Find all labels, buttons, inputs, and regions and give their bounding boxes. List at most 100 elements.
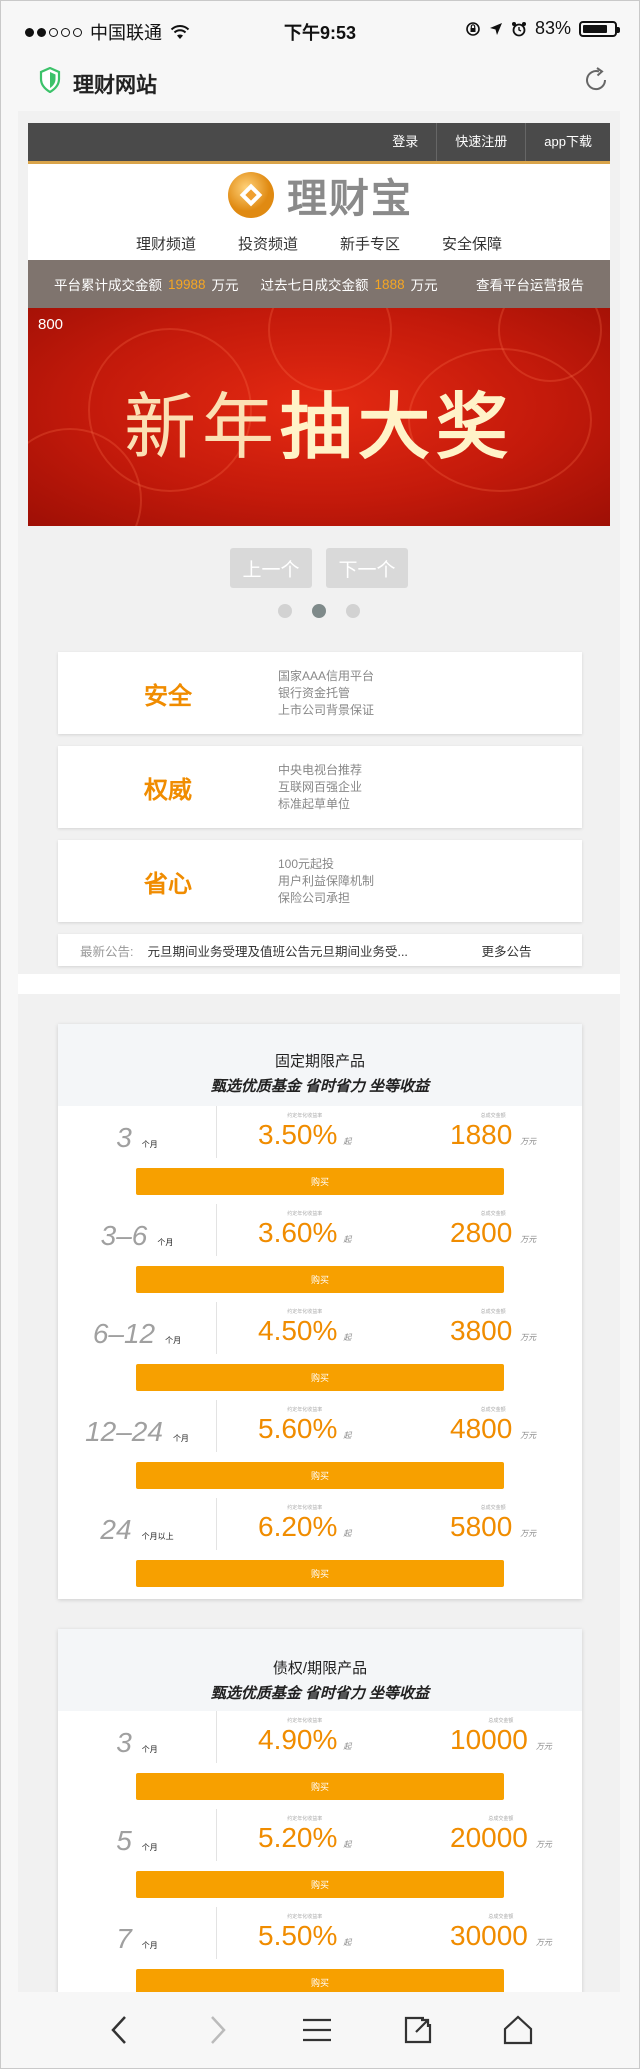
rate-caption: 约定年化收益率 — [287, 1505, 323, 1511]
product-term: 7 个月 — [58, 1923, 216, 1955]
prev-button[interactable]: 上一个 — [230, 548, 312, 588]
feature-card-safe: 安全 国家AAA信用平台 银行资金托管 上市公司背景保证 — [58, 652, 582, 734]
rate-caption: 约定年化收益率 — [287, 1718, 323, 1724]
week-volume-label: 过去七日成交金额 — [260, 278, 369, 293]
next-button[interactable]: 下一个 — [326, 548, 408, 588]
buy-button[interactable]: 购买 — [136, 1773, 504, 1800]
product-amount: 总成交金额 3800 万元 — [450, 1308, 536, 1347]
notice-text[interactable]: 元旦期间业务受理及值班公告元旦期间业务受... — [147, 941, 447, 960]
amount-unit: 万元 — [535, 1840, 552, 1849]
rate-value: 6.20% — [258, 1511, 338, 1542]
app-download-link[interactable]: app下载 — [525, 123, 610, 161]
product-amount: 总成交金额 5800 万元 — [450, 1504, 536, 1543]
amount-unit: 万元 — [520, 1137, 537, 1146]
term-value: 3 — [116, 1727, 132, 1758]
rate-unit: 起 — [343, 1742, 352, 1751]
product-rate: 约定年化收益率 6.20% 起 — [258, 1504, 351, 1543]
feature-line: 保险公司承担 — [278, 890, 351, 905]
term-unit: 个月 — [172, 1434, 189, 1443]
nav-item-newbie[interactable]: 新手专区 — [340, 233, 400, 254]
week-volume-unit: 万元 — [410, 278, 438, 293]
carousel-dot[interactable] — [278, 604, 292, 618]
location-icon — [489, 22, 502, 35]
product-term: 12–24 个月 — [58, 1416, 216, 1448]
buy-button[interactable]: 购买 — [136, 1871, 504, 1898]
section-header: 债权/期限产品 甄选优质基金 省时省力 坐等收益 — [58, 1629, 582, 1711]
rate-value: 4.90% — [258, 1724, 338, 1755]
login-link[interactable]: 登录 — [374, 123, 436, 161]
nav-item-invest[interactable]: 投资频道 — [238, 233, 298, 254]
amount-caption: 总成交金额 — [488, 1816, 514, 1822]
promo-banner[interactable]: 800 新年抽大奖 — [28, 308, 610, 526]
amount-caption: 总成交金额 — [480, 1211, 506, 1217]
term-value: 5 — [116, 1825, 132, 1856]
register-link[interactable]: 快速注册 — [436, 123, 525, 161]
nav-item-finance[interactable]: 理财频道 — [136, 233, 196, 254]
notice-bar: 最新公告: 元旦期间业务受理及值班公告元旦期间业务受... 更多公告 — [58, 934, 582, 966]
buy-button[interactable]: 购买 — [136, 1364, 504, 1391]
product-row: 3 个月 约定年化收益率 4.90% 起 总成交金额 10000 万元 购买 — [58, 1711, 582, 1809]
term-value: 12–24 — [85, 1416, 163, 1447]
rate-value: 3.50% — [258, 1119, 338, 1150]
product-row: 12–24 个月 约定年化收益率 5.60% 起 总成交金额 4800 万元 购买 — [58, 1400, 582, 1498]
back-icon[interactable] — [105, 2013, 135, 2047]
rate-unit: 起 — [343, 1137, 352, 1146]
logo-icon — [228, 172, 274, 218]
home-icon[interactable] — [501, 2014, 535, 2046]
product-row: 3 个月 约定年化收益率 3.50% 起 总成交金额 1880 万元 购买 — [58, 1106, 582, 1204]
feature-desc: 100元起投 用户利益保障机制 保险公司承担 — [278, 856, 374, 907]
product-amount: 总成交金额 10000 万元 — [450, 1717, 552, 1756]
more-notices-link[interactable]: 更多公告 — [481, 941, 531, 960]
column-divider — [216, 1400, 217, 1452]
term-value: 7 — [116, 1923, 132, 1954]
browser-bar: 理财网站 — [1, 59, 639, 107]
forward-icon[interactable] — [202, 2013, 232, 2047]
buy-button[interactable]: 购买 — [136, 1560, 504, 1587]
term-value: 3 — [116, 1122, 132, 1153]
amount-value: 5800 — [450, 1511, 513, 1542]
logo[interactable]: 理财宝 — [28, 164, 610, 226]
rate-value: 3.60% — [258, 1217, 338, 1248]
amount-value: 20000 — [450, 1822, 528, 1853]
product-amount: 总成交金额 1880 万元 — [450, 1112, 536, 1151]
feature-card-easy: 省心 100元起投 用户利益保障机制 保险公司承担 — [58, 840, 582, 922]
buy-button[interactable]: 购买 — [136, 1168, 504, 1195]
menu-icon[interactable] — [300, 2015, 334, 2045]
feature-title: 权威 — [144, 776, 192, 804]
banner-title: 新年抽大奖 — [28, 368, 610, 473]
total-volume-unit: 万元 — [211, 278, 239, 293]
nav-item-security[interactable]: 安全保障 — [442, 233, 502, 254]
rate-unit: 起 — [343, 1333, 352, 1342]
share-icon[interactable] — [402, 2014, 434, 2046]
amount-caption: 总成交金额 — [488, 1718, 514, 1724]
feature-title: 安全 — [144, 682, 192, 710]
amount-value: 2800 — [450, 1217, 513, 1248]
column-divider — [216, 1498, 217, 1550]
section-subtitle: 甄选优质基金 省时省力 坐等收益 — [210, 1685, 430, 1702]
report-link[interactable]: 查看平台运营报告 — [476, 274, 584, 294]
product-rate: 约定年化收益率 5.50% 起 — [258, 1913, 351, 1952]
product-term: 24 个月以上 — [58, 1514, 216, 1546]
features-list: 安全 国家AAA信用平台 银行资金托管 上市公司背景保证 权威 中央电视台推荐 … — [58, 652, 582, 966]
banner-title-bold: 抽大奖 — [280, 388, 515, 468]
buy-button[interactable]: 购买 — [136, 1266, 504, 1293]
amount-unit: 万元 — [535, 1938, 552, 1947]
logo-text: 理财宝 — [287, 177, 413, 221]
section-title: 债权/期限产品 — [272, 1660, 368, 1677]
feature-line: 100元起投 — [278, 856, 335, 871]
column-divider — [216, 1907, 217, 1959]
section-title: 固定期限产品 — [274, 1053, 365, 1070]
carousel-dot[interactable] — [346, 604, 360, 618]
buy-button[interactable]: 购买 — [136, 1462, 504, 1489]
rate-unit: 起 — [343, 1235, 352, 1244]
carousel-dot-active[interactable] — [312, 604, 326, 618]
amount-caption: 总成交金额 — [480, 1309, 506, 1315]
amount-caption: 总成交金额 — [488, 1914, 514, 1920]
amount-value: 10000 — [450, 1724, 528, 1755]
feature-desc: 国家AAA信用平台 银行资金托管 上市公司背景保证 — [278, 668, 374, 719]
reload-icon[interactable] — [581, 65, 611, 95]
product-row: 6–12 个月 约定年化收益率 4.50% 起 总成交金额 3800 万元 购买 — [58, 1302, 582, 1400]
term-unit: 个月 — [165, 1336, 182, 1345]
product-list: 3 个月 约定年化收益率 3.50% 起总成交金额 1880 万元 购买 3–6 个月 约定年化收益… — [58, 1106, 582, 1596]
rate-unit: 起 — [343, 1840, 352, 1849]
